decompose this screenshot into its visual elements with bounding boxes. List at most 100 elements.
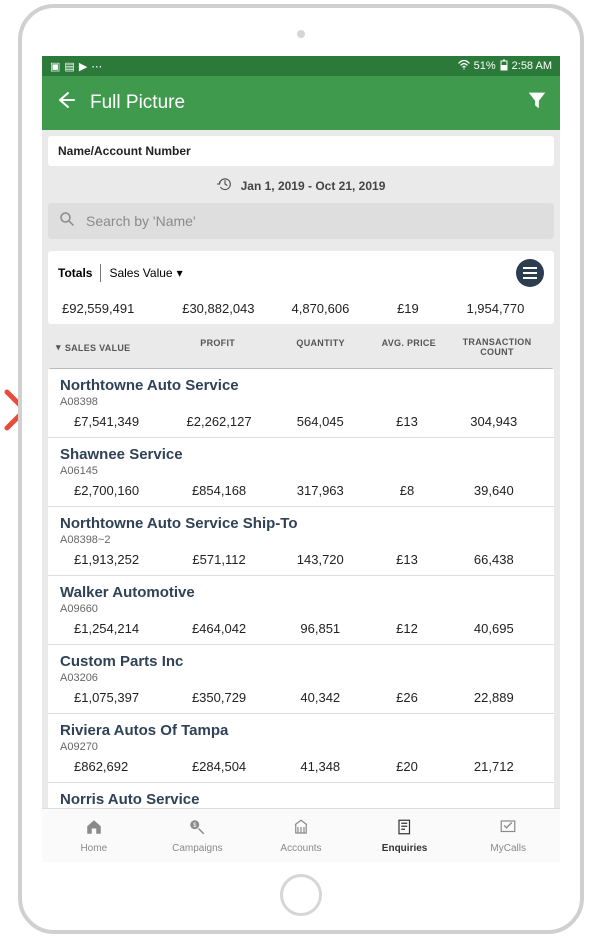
- menu-button[interactable]: [516, 259, 544, 287]
- row-name: Norris Auto Service: [60, 791, 542, 808]
- row-profit: £2,262,127: [166, 414, 272, 429]
- totals-label: Totals: [58, 266, 92, 280]
- row-txn-count: 39,640: [446, 483, 542, 498]
- row-name: Shawnee Service: [60, 446, 542, 463]
- col-quantity[interactable]: QUANTITY: [272, 338, 370, 358]
- row-quantity: 96,851: [272, 621, 368, 636]
- totals-quantity: 4,870,606: [272, 301, 369, 316]
- nav-item-enquiries[interactable]: Enquiries: [353, 818, 457, 854]
- row-avg-price: £26: [368, 690, 445, 705]
- nav-item-accounts[interactable]: Accounts: [249, 818, 353, 854]
- accounts-icon: [291, 818, 311, 841]
- row-quantity: 564,045: [272, 414, 368, 429]
- totals-divider: [100, 264, 101, 282]
- col-profit[interactable]: PROFIT: [164, 338, 272, 358]
- col-txn-count[interactable]: TRANSACTION COUNT: [448, 338, 546, 358]
- app-bar: Full Picture: [42, 76, 560, 130]
- row-account: A03206: [60, 672, 542, 684]
- row-sales: £7,541,349: [60, 414, 166, 429]
- more-icon: ⋯: [91, 60, 102, 73]
- content-area: Name/Account Number Jan 1, 2019 - Oct 21…: [42, 130, 560, 808]
- sort-dropdown[interactable]: Sales Value ▾: [109, 266, 182, 280]
- date-range-row[interactable]: Jan 1, 2019 - Oct 21, 2019: [42, 166, 560, 203]
- table-row[interactable]: Walker Automotive A09660 £1,254,214£464,04…: [48, 575, 554, 644]
- row-sales: £1,254,214: [60, 621, 166, 636]
- row-txn-count: 304,943: [446, 414, 542, 429]
- campaigns-icon: $: [187, 818, 207, 841]
- row-quantity: 40,342: [272, 690, 368, 705]
- mycalls-icon: [498, 818, 518, 841]
- row-profit: £571,112: [166, 552, 272, 567]
- row-account: A09660: [60, 603, 542, 615]
- row-avg-price: £8: [368, 483, 445, 498]
- table-row[interactable]: Northtowne Auto ServiceA08398£7,541,349£…: [48, 368, 554, 437]
- row-sales: £1,913,252: [60, 552, 166, 567]
- nav-item-home[interactable]: Home: [42, 818, 146, 854]
- screen: ▣ ▤ ▶ ⋯ 51% 2:58 AM Full Picture: [42, 56, 560, 862]
- android-status-bar: ▣ ▤ ▶ ⋯ 51% 2:58 AM: [42, 56, 560, 76]
- row-account: A06145: [60, 465, 542, 477]
- search-icon: [58, 210, 76, 233]
- date-range-text: Jan 1, 2019 - Oct 21, 2019: [241, 179, 386, 193]
- search-row[interactable]: [48, 203, 554, 239]
- totals-sales: £92,559,491: [58, 301, 165, 316]
- chevron-down-icon: ▾: [177, 266, 183, 280]
- row-quantity: 317,963: [272, 483, 368, 498]
- table-row[interactable]: Custom Parts IncA03206£1,075,397£350,729…: [48, 644, 554, 713]
- data-rows[interactable]: Northtowne Auto ServiceA08398£7,541,349£…: [48, 368, 554, 808]
- row-profit: £854,168: [166, 483, 272, 498]
- row-account: A08398~2: [60, 534, 542, 546]
- nav-label: Campaigns: [172, 843, 223, 854]
- filter-button[interactable]: [526, 89, 548, 117]
- play-icon: ▶: [79, 60, 87, 73]
- table-row[interactable]: Riviera Autos Of TampaA09270£862,692£284…: [48, 713, 554, 782]
- page-title: Full Picture: [90, 92, 512, 114]
- table-row[interactable]: Northtowne Auto Service Ship-To A08398~2 £…: [48, 506, 554, 575]
- col-avg-price[interactable]: AVG. PRICE: [370, 338, 448, 358]
- sort-arrow-down-icon: ▾: [56, 342, 61, 353]
- row-account: A08398: [60, 396, 542, 408]
- hardware-home-button[interactable]: [280, 874, 322, 916]
- row-avg-price: £12: [368, 621, 445, 636]
- table-row[interactable]: Shawnee ServiceA06145£2,700,160£854,1683…: [48, 437, 554, 506]
- row-txn-count: 40,695: [446, 621, 542, 636]
- row-name: Walker Automotive: [60, 584, 542, 601]
- camera-dot: [297, 30, 305, 38]
- column-headers: ▾ SALES VALUE PROFIT QUANTITY AVG. PRICE…: [42, 324, 560, 368]
- image-icon: ▤: [64, 60, 74, 73]
- bottom-nav: Home $ Campaigns Accounts Enquiries MyCalls: [42, 808, 560, 862]
- sort-label: Sales Value: [109, 266, 172, 280]
- battery-percent: 51%: [474, 60, 496, 72]
- row-name: Northtowne Auto Service Ship-To: [60, 515, 542, 532]
- search-input[interactable]: [86, 213, 544, 229]
- nav-label: Home: [80, 843, 107, 854]
- row-account: A09270: [60, 741, 542, 753]
- row-quantity: 41,348: [272, 759, 368, 774]
- nav-label: Accounts: [280, 843, 321, 854]
- row-name: Riviera Autos Of Tampa: [60, 722, 542, 739]
- table-row[interactable]: Norris Auto ServiceA08098£421,996£148,02…: [48, 782, 554, 808]
- battery-icon: [500, 59, 508, 74]
- totals-avg-price: £19: [369, 301, 447, 316]
- status-time: 2:58 AM: [512, 60, 552, 72]
- nav-label: Enquiries: [382, 843, 428, 854]
- row-sales: £2,700,160: [60, 483, 166, 498]
- row-profit: £350,729: [166, 690, 272, 705]
- nav-item-campaigns[interactable]: $ Campaigns: [146, 818, 250, 854]
- briefcase-icon: ▣: [50, 60, 60, 73]
- nav-label: MyCalls: [490, 843, 526, 854]
- enquiries-icon: [395, 818, 415, 841]
- col-sales[interactable]: ▾ SALES VALUE: [56, 338, 164, 358]
- row-name: Custom Parts Inc: [60, 653, 542, 670]
- row-avg-price: £13: [368, 414, 445, 429]
- back-button[interactable]: [54, 89, 76, 117]
- row-txn-count: 21,712: [446, 759, 542, 774]
- name-account-header[interactable]: Name/Account Number: [48, 136, 554, 166]
- row-avg-price: £13: [368, 552, 445, 567]
- row-profit: £464,042: [166, 621, 272, 636]
- row-avg-price: £20: [368, 759, 445, 774]
- row-quantity: 143,720: [272, 552, 368, 567]
- history-icon: [217, 176, 233, 195]
- nav-item-mycalls[interactable]: MyCalls: [456, 818, 560, 854]
- row-profit: £284,504: [166, 759, 272, 774]
